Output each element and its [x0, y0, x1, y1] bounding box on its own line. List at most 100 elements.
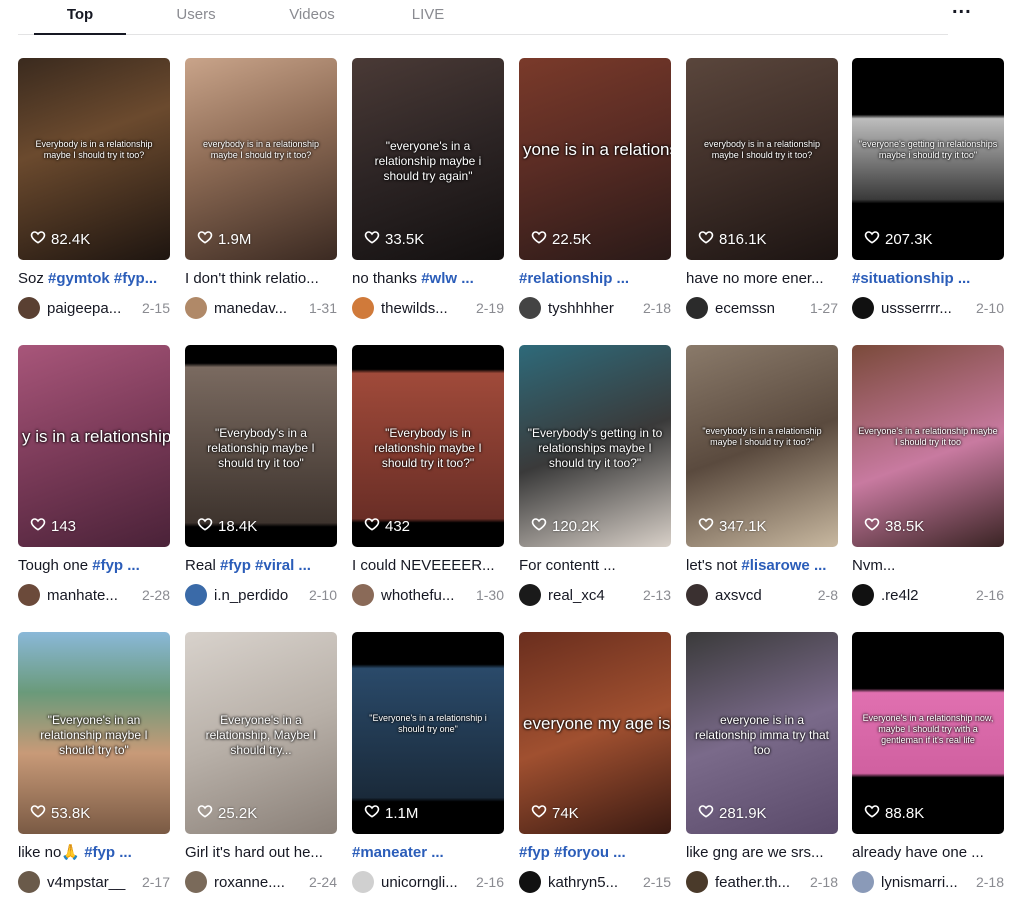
- video-card[interactable]: "Everybody's in a relationship maybe I s…: [185, 345, 337, 607]
- hashtag-link[interactable]: #fyp #foryou ...: [519, 844, 626, 861]
- avatar[interactable]: [852, 297, 874, 319]
- avatar[interactable]: [852, 584, 874, 606]
- username[interactable]: whothefu...: [381, 587, 467, 604]
- video-card[interactable]: everybody is in a relationship maybe I s…: [686, 58, 838, 320]
- avatar[interactable]: [185, 871, 207, 893]
- video-description[interactable]: I don't think relatio...: [185, 269, 337, 289]
- username[interactable]: lynismarri...: [881, 874, 967, 891]
- username[interactable]: kathryn5...: [548, 874, 634, 891]
- video-description[interactable]: Soz #gymtok #fyp...: [18, 269, 170, 289]
- username[interactable]: tyshhhher: [548, 300, 634, 317]
- hashtag-link[interactable]: #situationship ...: [852, 270, 970, 287]
- hashtag-link[interactable]: #wlw ...: [421, 270, 474, 287]
- video-description[interactable]: like gng are we srs...: [686, 843, 838, 863]
- video-description[interactable]: like no🙏 #fyp ...: [18, 843, 170, 863]
- video-card[interactable]: "everyone's getting in relationships may…: [852, 58, 1004, 320]
- username[interactable]: manhate...: [47, 587, 133, 604]
- hashtag-link[interactable]: #fyp #viral ...: [220, 557, 311, 574]
- video-description[interactable]: no thanks #wlw ...: [352, 269, 504, 289]
- hashtag-link[interactable]: #relationship ...: [519, 270, 629, 287]
- video-description[interactable]: Tough one #fyp ...: [18, 556, 170, 576]
- video-card[interactable]: "everyone's in a relationship maybe i sh…: [352, 58, 504, 320]
- username[interactable]: thewilds...: [381, 300, 467, 317]
- avatar[interactable]: [352, 297, 374, 319]
- video-card[interactable]: "Everybody is in relationship maybe I sh…: [352, 345, 504, 607]
- video-thumbnail[interactable]: "everyone's getting in relationships may…: [852, 58, 1004, 260]
- video-card[interactable]: yone is in a relationship i should try i…: [519, 58, 671, 320]
- video-thumbnail[interactable]: "everyone's in a relationship maybe i sh…: [352, 58, 504, 260]
- video-card[interactable]: everybody is in a relationship maybe I s…: [185, 58, 337, 320]
- avatar[interactable]: [18, 584, 40, 606]
- username[interactable]: unicorngli...: [381, 874, 467, 891]
- video-thumbnail[interactable]: "Everybody's in a relationship maybe I s…: [185, 345, 337, 547]
- username[interactable]: roxanne....: [214, 874, 300, 891]
- video-thumbnail[interactable]: Everyone's in a relationship, Maybe I sh…: [185, 632, 337, 834]
- hashtag-link[interactable]: #maneater ...: [352, 844, 444, 861]
- video-description[interactable]: have no more ener...: [686, 269, 838, 289]
- video-thumbnail[interactable]: everybody is in a relationship maybe I s…: [185, 58, 337, 260]
- avatar[interactable]: [352, 584, 374, 606]
- video-card[interactable]: Everyone's in a relationship, Maybe I sh…: [185, 632, 337, 894]
- video-card[interactable]: everyone my age is in a relationship, ma…: [519, 632, 671, 894]
- avatar[interactable]: [352, 871, 374, 893]
- video-description[interactable]: I could NEVEEEER...: [352, 556, 504, 576]
- video-card[interactable]: "everybody is in a relationship maybe I …: [686, 345, 838, 607]
- video-card[interactable]: "Everyone's in an relationship maybe I s…: [18, 632, 170, 894]
- video-description[interactable]: For contentt ...: [519, 556, 671, 576]
- username[interactable]: i.n_perdido: [214, 587, 300, 604]
- video-thumbnail[interactable]: Everyone's in a relationship now, maybe …: [852, 632, 1004, 834]
- avatar[interactable]: [686, 871, 708, 893]
- avatar[interactable]: [519, 297, 541, 319]
- video-description[interactable]: let's not #lisarowe ...: [686, 556, 838, 576]
- video-card[interactable]: Everyone's in a relationship now, maybe …: [852, 632, 1004, 894]
- video-thumbnail[interactable]: "everybody is in a relationship maybe I …: [686, 345, 838, 547]
- avatar[interactable]: [686, 584, 708, 606]
- video-thumbnail[interactable]: "Everyone's in an relationship maybe I s…: [18, 632, 170, 834]
- video-description[interactable]: already have one ...: [852, 843, 1004, 863]
- username[interactable]: axsvcd: [715, 587, 801, 604]
- video-description[interactable]: Girl it's hard out he...: [185, 843, 337, 863]
- video-description[interactable]: Real #fyp #viral ...: [185, 556, 337, 576]
- hashtag-link[interactable]: #lisarowe ...: [741, 557, 826, 574]
- video-description[interactable]: #fyp #foryou ...: [519, 843, 671, 863]
- avatar[interactable]: [185, 297, 207, 319]
- video-card[interactable]: Everyone's in a relationship maybe I sho…: [852, 345, 1004, 607]
- username[interactable]: v4mpstar__: [47, 874, 133, 891]
- username[interactable]: feather.th...: [715, 874, 801, 891]
- video-description[interactable]: #situationship ...: [852, 269, 1004, 289]
- video-card[interactable]: everyone is in a relationship imma try t…: [686, 632, 838, 894]
- video-thumbnail[interactable]: "Everybody is in relationship maybe I sh…: [352, 345, 504, 547]
- video-card[interactable]: y is in a relationship, maybe 143 Tough on…: [18, 345, 170, 607]
- video-card[interactable]: "Everybody's getting in to relationships…: [519, 345, 671, 607]
- avatar[interactable]: [18, 297, 40, 319]
- avatar[interactable]: [686, 297, 708, 319]
- video-thumbnail[interactable]: Everyone's in a relationship maybe I sho…: [852, 345, 1004, 547]
- username[interactable]: real_xc4: [548, 587, 634, 604]
- avatar[interactable]: [852, 871, 874, 893]
- username[interactable]: paigeepa...: [47, 300, 133, 317]
- username[interactable]: ussserrrr...: [881, 300, 967, 317]
- video-thumbnail[interactable]: everyone my age is in a relationship, ma…: [519, 632, 671, 834]
- video-thumbnail[interactable]: Everybody is in a relationship maybe I s…: [18, 58, 170, 260]
- hashtag-link[interactable]: #fyp ...: [84, 844, 132, 861]
- username[interactable]: manedav...: [214, 300, 300, 317]
- video-thumbnail[interactable]: everyone is in a relationship imma try t…: [686, 632, 838, 834]
- video-thumbnail[interactable]: "Everyone's in a relationship i should t…: [352, 632, 504, 834]
- avatar[interactable]: [18, 871, 40, 893]
- tab-live[interactable]: LIVE: [382, 6, 474, 23]
- video-description[interactable]: #relationship ...: [519, 269, 671, 289]
- username[interactable]: ecemssn: [715, 300, 801, 317]
- more-options-icon[interactable]: ...: [952, 0, 972, 19]
- avatar[interactable]: [519, 871, 541, 893]
- tab-top[interactable]: Top: [34, 6, 126, 23]
- hashtag-link[interactable]: #gymtok #fyp...: [48, 270, 157, 287]
- video-thumbnail[interactable]: "Everybody's getting in to relationships…: [519, 345, 671, 547]
- username[interactable]: .re4l2: [881, 587, 967, 604]
- video-card[interactable]: Everybody is in a relationship maybe I s…: [18, 58, 170, 320]
- video-card[interactable]: "Everyone's in a relationship i should t…: [352, 632, 504, 894]
- tab-videos[interactable]: Videos: [266, 6, 358, 23]
- avatar[interactable]: [185, 584, 207, 606]
- avatar[interactable]: [519, 584, 541, 606]
- video-thumbnail[interactable]: y is in a relationship, maybe 143: [18, 345, 170, 547]
- video-thumbnail[interactable]: everybody is in a relationship maybe I s…: [686, 58, 838, 260]
